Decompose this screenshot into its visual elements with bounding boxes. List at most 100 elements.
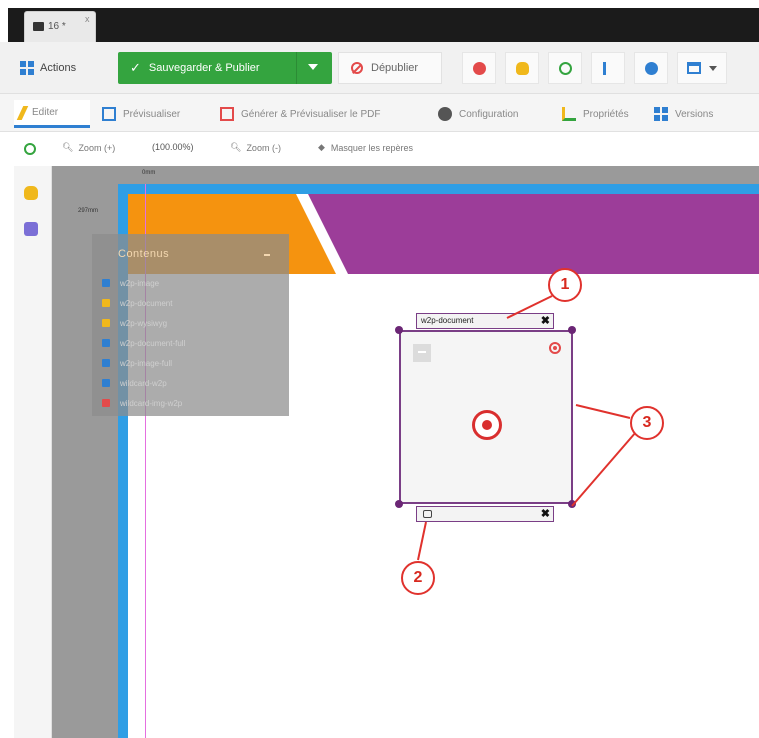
split-separator — [296, 52, 297, 84]
ruler-top-label: 0mm — [142, 170, 156, 176]
resize-handle[interactable] — [395, 500, 403, 508]
tab-close-icon[interactable]: x — [85, 14, 90, 24]
tab-versions[interactable]: Versions — [648, 100, 748, 128]
zoom-in-button[interactable]: 🔍︎ Zoom (+) — [62, 142, 115, 153]
lightbulb-button[interactable] — [505, 52, 539, 84]
delete-icon — [472, 61, 486, 75]
lightbulb-icon[interactable] — [24, 186, 38, 200]
contents-title: Contenus — [118, 248, 170, 260]
pdf-icon — [220, 107, 234, 121]
resize-handle[interactable] — [568, 326, 576, 334]
document-icon — [102, 339, 110, 347]
minus-icon[interactable] — [413, 344, 431, 362]
image-icon — [102, 279, 110, 287]
unpublish-label: Dépublier — [371, 62, 419, 74]
component-name: w2p-document — [421, 316, 474, 325]
titlebar-background — [8, 8, 759, 42]
callout-1: 1 — [548, 268, 582, 302]
chevron-down-icon[interactable] — [308, 64, 318, 70]
tab-preview-label: Prévisualiser — [123, 108, 181, 120]
refresh-icon[interactable] — [423, 510, 432, 518]
hide-guides-label: Masquer les repères — [330, 142, 413, 153]
callout-3: 3 — [630, 406, 664, 440]
component-top-label[interactable]: w2p-document ✖ — [416, 313, 554, 329]
tab-edit[interactable]: Editer — [14, 100, 90, 128]
document-icon — [102, 299, 110, 307]
info-icon — [644, 61, 658, 75]
target-icon[interactable] — [549, 342, 561, 354]
editor-window: 16 * x Actions ✓ Sauvegarder & Publier D… — [0, 0, 759, 738]
trash-icon[interactable] — [24, 222, 38, 236]
page-bleed-top — [118, 184, 759, 194]
unpublish-button[interactable]: Dépublier — [338, 52, 442, 84]
contents-item-label: w2p-document — [120, 298, 173, 308]
tab-generate-pdf[interactable]: Générer & Prévisualiser le PDF — [214, 100, 424, 128]
tab-generate-pdf-label: Générer & Prévisualiser le PDF — [241, 108, 381, 120]
banner-purple — [303, 194, 759, 274]
layout-icon — [687, 62, 701, 74]
callout-2: 2 — [401, 561, 435, 595]
editor-tabs: Editer Prévisualiser Générer & Prévisual… — [0, 94, 759, 132]
info-button[interactable] — [634, 52, 668, 84]
zoom-out-label: Zoom (-) — [246, 142, 281, 153]
refresh-icon — [558, 61, 572, 75]
refresh-button[interactable] — [548, 52, 582, 84]
preview-icon — [102, 107, 116, 121]
actions-label: Actions — [40, 62, 77, 74]
target-icon[interactable] — [472, 410, 502, 440]
resize-handle[interactable] — [395, 326, 403, 334]
contents-item[interactable]: w2p-image — [102, 276, 159, 290]
contents-item-label: w2p-document-full — [120, 338, 186, 348]
save-publish-label: Sauvegarder & Publier — [148, 62, 260, 74]
document-icon — [33, 22, 44, 31]
contents-item[interactable]: w2p-image-full — [102, 356, 172, 370]
hide-guides-button[interactable]: ◆ Masquer les repères — [318, 142, 413, 153]
contents-item-label: wildcard-img-w2p — [120, 398, 183, 408]
tab-preview[interactable]: Prévisualiser — [96, 100, 206, 128]
contents-header[interactable]: Contenus — [92, 234, 289, 272]
ruler-left-label: 297mm — [78, 208, 99, 214]
zoom-level: (100.00%) — [152, 142, 194, 152]
resize-handle[interactable] — [568, 500, 576, 508]
actions-button[interactable]: Actions — [20, 54, 76, 82]
contents-item[interactable]: wildcard-w2p — [102, 376, 167, 390]
zoom-in-label: Zoom (+) — [78, 142, 116, 153]
contents-item[interactable]: w2p-document — [102, 296, 172, 310]
tab-edit-label: Editer — [32, 107, 59, 118]
gear-icon — [438, 107, 452, 121]
save-publish-button[interactable]: ✓ Sauvegarder & Publier — [118, 52, 332, 84]
layout-button[interactable] — [677, 52, 727, 84]
contents-panel: Contenus w2p-image w2p-document w2p-wysi… — [92, 234, 289, 416]
close-icon[interactable]: ✖ — [541, 314, 550, 327]
side-toolbar — [14, 166, 52, 738]
tab-properties-label: Propriétés — [583, 108, 629, 120]
contents-item[interactable]: w2p-wysiwyg — [102, 316, 167, 330]
document-tab[interactable]: 16 * x — [24, 11, 96, 42]
contents-item[interactable]: wildcard-img-w2p — [102, 396, 182, 410]
contents-item-label: w2p-image-full — [120, 358, 173, 368]
grid-icon — [20, 61, 34, 75]
versions-icon — [654, 107, 668, 121]
chevron-down-icon — [709, 65, 717, 71]
pencil-icon — [16, 105, 29, 120]
tab-versions-label: Versions — [675, 108, 714, 120]
refresh-icon[interactable] — [24, 143, 36, 155]
component-bottom-label[interactable]: ✖ — [416, 506, 554, 522]
lightbulb-icon — [515, 61, 529, 75]
tab-properties[interactable]: Propriétés — [556, 100, 640, 128]
eye-icon: ◆ — [318, 142, 325, 152]
delete-button[interactable] — [462, 52, 496, 84]
contents-item-label: w2p-image — [120, 278, 160, 288]
check-icon: ✓ — [130, 60, 141, 75]
wysiwyg-icon — [102, 319, 110, 327]
properties-icon — [562, 107, 576, 121]
component-box[interactable] — [399, 330, 573, 504]
contents-item-label: wildcard-w2p — [120, 378, 167, 388]
close-icon[interactable]: ✖ — [541, 507, 550, 520]
zoom-out-button[interactable]: 🔍︎ Zoom (-) — [230, 142, 281, 153]
collapse-icon[interactable] — [264, 254, 270, 256]
contents-item[interactable]: w2p-document-full — [102, 336, 185, 350]
tree-button[interactable] — [591, 52, 625, 84]
image-icon — [102, 359, 110, 367]
tab-configuration[interactable]: Configuration — [432, 100, 548, 128]
